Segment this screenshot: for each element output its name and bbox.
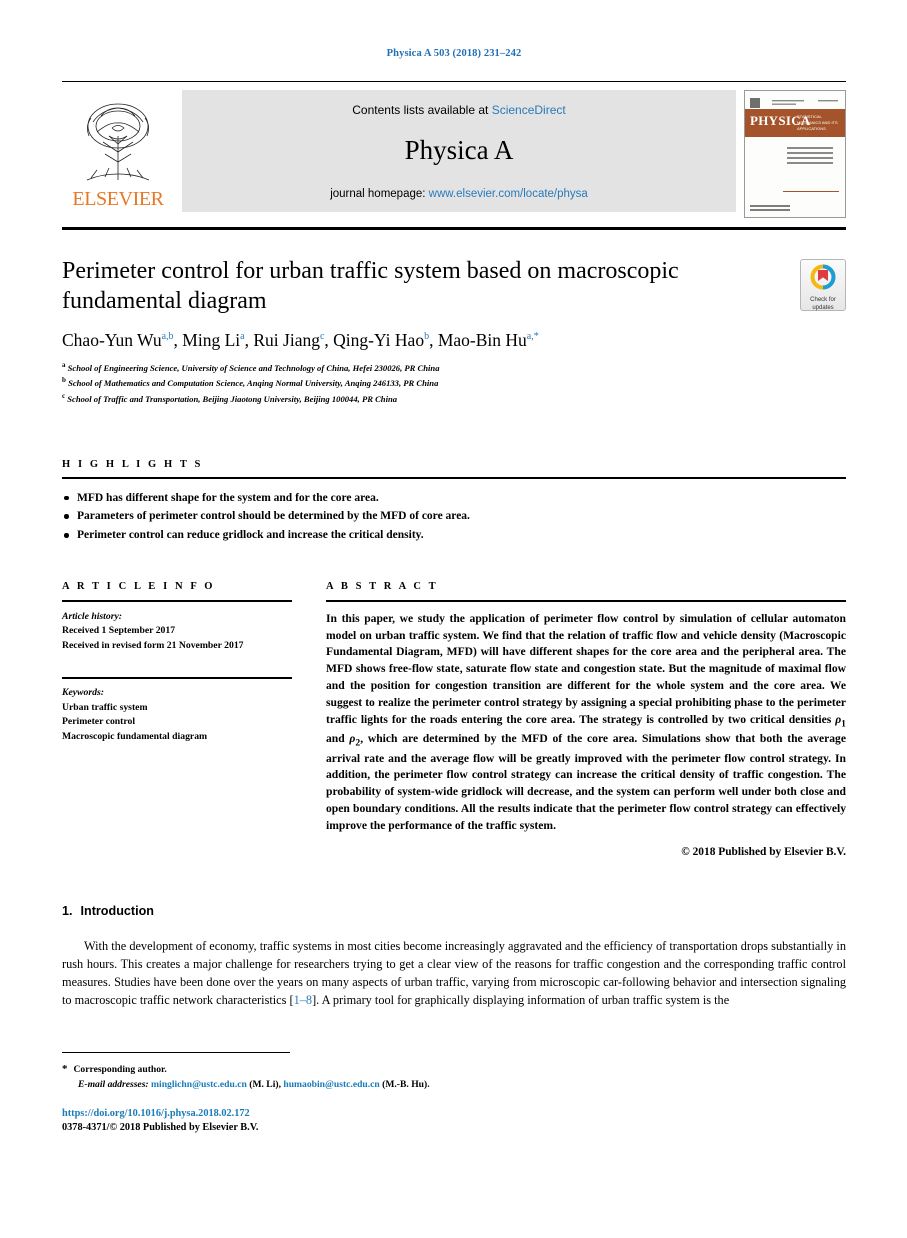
homepage-prefix: journal homepage: (330, 188, 426, 200)
author-name: Rui Jiang (253, 329, 320, 350)
email-link-2[interactable]: humaobin@ustc.edu.cn (283, 1079, 379, 1090)
keyword-item: Perimeter control (62, 716, 136, 728)
introduction-paragraph: With the development of economy, traffic… (62, 938, 846, 1010)
cover-top-strip (750, 95, 840, 108)
contents-prefix: Contents lists available at (352, 103, 489, 117)
issn-copyright-line: 0378-4371/© 2018 Published by Elsevier B… (62, 1122, 259, 1133)
rho-subscript-1: 1 (841, 718, 846, 730)
author-name: Chao-Yun Wu (62, 329, 162, 350)
article-info-section: A R T I C L E I N F O Article history: R… (62, 581, 292, 858)
affiliation-mark: c (62, 392, 66, 401)
article-history-item: Received 1 September 2017 (62, 625, 176, 637)
info-abstract-row: A R T I C L E I N F O Article history: R… (62, 581, 846, 858)
cover-header-marks-icon (750, 98, 838, 108)
article-info-label: A R T I C L E I N F O (62, 580, 216, 592)
email-owner-2: (M.-B. Hu). (382, 1079, 430, 1091)
article-history-item: Received in revised form 21 November 201… (62, 640, 244, 652)
affiliation-item: a School of Engineering Science, Univers… (62, 360, 754, 376)
elsevier-tree-icon (86, 103, 150, 181)
keyword-item: Urban traffic system (62, 701, 148, 713)
affiliation-text: School of Engineering Science, Universit… (67, 362, 440, 373)
affiliation-text: School of Mathematics and Computation Sc… (68, 378, 439, 389)
email-link-1[interactable]: minglichn@ustc.edu.cn (151, 1079, 247, 1090)
crossmark-line-1: Check for (810, 297, 836, 303)
author-affil-mark: a (240, 330, 245, 342)
email-note: E-mail addresses: minglichn@ustc.edu.cn … (62, 1078, 846, 1093)
list-item: MFD has different shape for the system a… (62, 489, 846, 508)
elsevier-wordmark: ELSEVIER (72, 188, 164, 210)
corresponding-author-note: * Corresponding author. (62, 1061, 846, 1078)
affiliation-mark: a (62, 360, 66, 369)
masthead-bottom-rule (62, 227, 846, 230)
affiliation-item: b School of Mathematics and Computation … (62, 375, 754, 391)
crossmark-logo-icon (810, 264, 836, 290)
article-history-label: Article history: (62, 610, 123, 622)
keywords-block: Keywords: Urban traffic system Perimeter… (62, 679, 292, 745)
author-name: Mao-Bin Hu (437, 329, 527, 350)
list-item: Perimeter control can reduce gridlock an… (62, 526, 846, 545)
abstract-text: In this paper, we study the application … (326, 602, 846, 835)
corresponding-author-text: Corresponding author. (73, 1064, 167, 1075)
abstract-section: A B S T R A C T In this paper, we study … (326, 581, 846, 858)
intro-text-b: ]. A primary tool for graphically displa… (312, 992, 730, 1007)
page-content: Physica A 503 (2018) 231–242 ELSEVIER Co… (62, 0, 846, 1022)
keywords-label: Keywords: (62, 686, 104, 698)
paper-page: Physica A 503 (2018) 231–242 ELSEVIER Co… (0, 0, 907, 1238)
elsevier-logo: ELSEVIER (62, 90, 174, 209)
highlights-label: H I G H L I G H T S (62, 458, 203, 470)
introduction-section: 1. Introduction With the development of e… (62, 904, 846, 1010)
masthead-center-panel: Contents lists available at ScienceDirec… (182, 90, 736, 212)
author-name: Qing-Yi Hao (333, 329, 425, 350)
list-item: Parameters of perimeter control should b… (62, 507, 846, 526)
journal-masthead: ELSEVIER Contents lists available at Sci… (62, 81, 846, 218)
email-addresses-label: E-mail addresses: (78, 1079, 149, 1091)
doi-link[interactable]: https://doi.org/10.1016/j.physa.2018.02.… (62, 1108, 846, 1119)
journal-homepage-link[interactable]: www.elsevier.com/locate/physa (429, 188, 588, 200)
email-owner-1: (M. Li), (249, 1079, 281, 1091)
highlights-section: H I G H L I G H T S MFD has different sh… (62, 459, 846, 545)
article-history-block: Article history: Received 1 September 20… (62, 602, 292, 654)
introduction-heading: 1. Introduction (62, 904, 846, 918)
crossmark-label: Check for updates (801, 297, 845, 312)
affiliation-mark: b (62, 376, 66, 385)
author-affil-mark: a,b (161, 330, 174, 342)
author-list: Chao-Yun Wua,b, Ming Lia, Rui Jiangc, Qi… (62, 329, 539, 350)
cover-journal-subtitle: STATISTICAL MECHANICS AND ITS APPLICATIO… (797, 114, 838, 131)
crossmark-badge[interactable]: Check for updates (800, 259, 846, 311)
keyword-item: Macroscopic fundamental diagram (62, 731, 208, 743)
cover-footer-lines (750, 205, 790, 213)
abstract-part-1: In this paper, we study the application … (326, 611, 846, 726)
affiliation-text: School of Traffic and Transportation, Be… (67, 393, 398, 404)
author-affil-mark: b (424, 330, 430, 342)
contents-available-line: Contents lists available at ScienceDirec… (182, 90, 736, 117)
asterisk-icon: * (62, 1063, 68, 1075)
citation-link[interactable]: 1–8 (294, 993, 312, 1007)
sciencedirect-link[interactable]: ScienceDirect (492, 103, 566, 117)
affiliation-item: c School of Traffic and Transportation, … (62, 391, 754, 407)
page-title: Perimeter control for urban traffic syst… (62, 258, 679, 314)
running-head: Physica A 503 (2018) 231–242 (386, 48, 522, 59)
footnote-rule (62, 1052, 290, 1053)
author-affil-mark: c (319, 330, 325, 342)
cover-divider (783, 191, 839, 192)
footnote-block: * Corresponding author. E-mail addresses:… (62, 1052, 846, 1093)
title-block: Perimeter control for urban traffic syst… (62, 257, 846, 407)
journal-title: Physica A (404, 135, 514, 165)
author-affil-mark: a,* (526, 330, 539, 342)
abstract-label: A B S T R A C T (326, 580, 439, 592)
affiliation-list: a School of Engineering Science, Univers… (62, 360, 754, 407)
cover-text-lines (787, 147, 833, 167)
section-title: Introduction (80, 903, 154, 918)
abstract-conjunction: and (326, 732, 350, 746)
author-name: Ming Li (182, 329, 241, 350)
highlights-list: MFD has different shape for the system a… (62, 479, 846, 545)
publication-footer: https://doi.org/10.1016/j.physa.2018.02.… (62, 1108, 846, 1133)
journal-cover-thumbnail[interactable]: PHYSICA STATISTICAL MECHANICS AND ITS AP… (744, 90, 846, 218)
section-number: 1. (62, 903, 73, 918)
abstract-copyright: © 2018 Published by Elsevier B.V. (681, 845, 846, 858)
journal-homepage-line: journal homepage: www.elsevier.com/locat… (182, 188, 736, 200)
abstract-part-2: , which are determined by the MFD of the… (326, 732, 847, 833)
crossmark-line-2: updates (812, 304, 834, 311)
